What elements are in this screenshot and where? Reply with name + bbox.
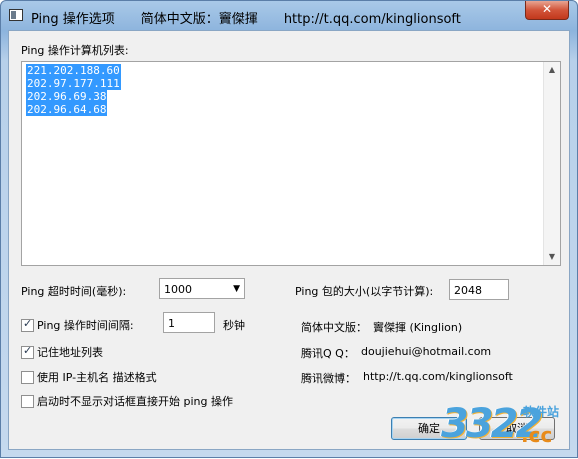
host-list-scrollbar[interactable]: ▲ ▼ xyxy=(543,62,560,265)
host-list-label: Ping 操作计算机列表: xyxy=(21,44,129,57)
dialog-window: Ping 操作选项 简体中文版：竇傑揮 http://t.qq.com/kingli… xyxy=(0,0,578,458)
interval-checkbox-label: Ping 操作时间间隔: xyxy=(37,319,134,332)
window-title: Ping 操作选项 简体中文版：竇傑揮 http://t.qq.com/kingli… xyxy=(31,8,487,27)
translator-value: 竇傑揮 (Kinglion) xyxy=(373,321,463,334)
remember-list-row[interactable]: 记住地址列表 xyxy=(21,344,103,359)
dialog-client-area: Ping 操作计算机列表: 221.202.188.60 202.97.177.… xyxy=(8,30,570,450)
interval-value: 1 xyxy=(168,317,175,330)
scroll-up-arrow-icon[interactable]: ▲ xyxy=(544,62,560,78)
start-without-dialog-checkbox[interactable] xyxy=(21,394,34,408)
weibo-label: 腾讯微博： xyxy=(301,372,356,385)
host-list-entries: 221.202.188.60 202.97.177.111 202.96.69.… xyxy=(26,64,121,116)
ip-host-format-label: 使用 IP-主机名 描述格式 xyxy=(37,371,157,384)
packet-size-label: Ping 包的大小(以字节计算): xyxy=(295,285,434,298)
cancel-button[interactable]: 取消 xyxy=(479,417,555,440)
ok-button[interactable]: 确定 xyxy=(391,417,467,440)
remember-list-checkbox[interactable] xyxy=(21,344,34,359)
packet-size-input[interactable]: 2048 xyxy=(449,279,509,300)
scroll-down-arrow-icon[interactable]: ▼ xyxy=(544,249,560,265)
weibo-value: http://t.qq.com/kinglionsoft xyxy=(363,370,513,383)
interval-input[interactable]: 1 xyxy=(163,312,215,333)
host-entry[interactable]: 202.97.177.111 xyxy=(26,77,121,90)
close-button[interactable]: ✕ xyxy=(525,1,569,20)
start-without-dialog-label: 启动时不显示对话框直接开始 ping 操作 xyxy=(37,395,233,408)
app-window-icon xyxy=(9,9,23,21)
host-list-textarea[interactable]: 221.202.188.60 202.97.177.111 202.96.69.… xyxy=(21,61,561,266)
host-entry[interactable]: 221.202.188.60 xyxy=(26,64,121,77)
timeout-label: Ping 超时时间(毫秒): xyxy=(21,285,127,298)
interval-checkbox-row[interactable]: Ping 操作时间间隔: xyxy=(21,317,134,332)
timeout-value: 1000 xyxy=(164,283,192,296)
window-title-name: Ping 操作选项 xyxy=(31,12,115,27)
title-bar[interactable]: Ping 操作选项 简体中文版：竇傑揮 http://t.qq.com/kingli… xyxy=(1,1,577,29)
qq-value: doujiehui@hotmail.com xyxy=(361,345,492,358)
interval-checkbox[interactable] xyxy=(21,317,34,332)
interval-unit-label: 秒钟 xyxy=(223,319,245,332)
host-entry[interactable]: 202.96.69.38 xyxy=(26,90,108,103)
translator-label: 简体中文版： xyxy=(301,321,367,334)
window-title-url: http://t.qq.com/kinglionsoft xyxy=(283,12,461,27)
close-icon: ✕ xyxy=(541,2,553,16)
host-entry[interactable]: 202.96.64.68 xyxy=(26,103,108,116)
chevron-down-icon: ▼ xyxy=(233,284,240,294)
ip-host-format-checkbox[interactable] xyxy=(21,370,34,384)
ip-host-format-row[interactable]: 使用 IP-主机名 描述格式 xyxy=(21,369,157,384)
timeout-select[interactable]: 1000 ▼ xyxy=(159,278,245,299)
start-without-dialog-row[interactable]: 启动时不显示对话框直接开始 ping 操作 xyxy=(21,393,233,408)
packet-size-value: 2048 xyxy=(454,284,482,297)
window-title-author: 简体中文版：竇傑揮 xyxy=(140,12,258,27)
remember-list-label: 记住地址列表 xyxy=(37,346,103,359)
qq-label: 腾讯Q Q： xyxy=(301,347,355,360)
